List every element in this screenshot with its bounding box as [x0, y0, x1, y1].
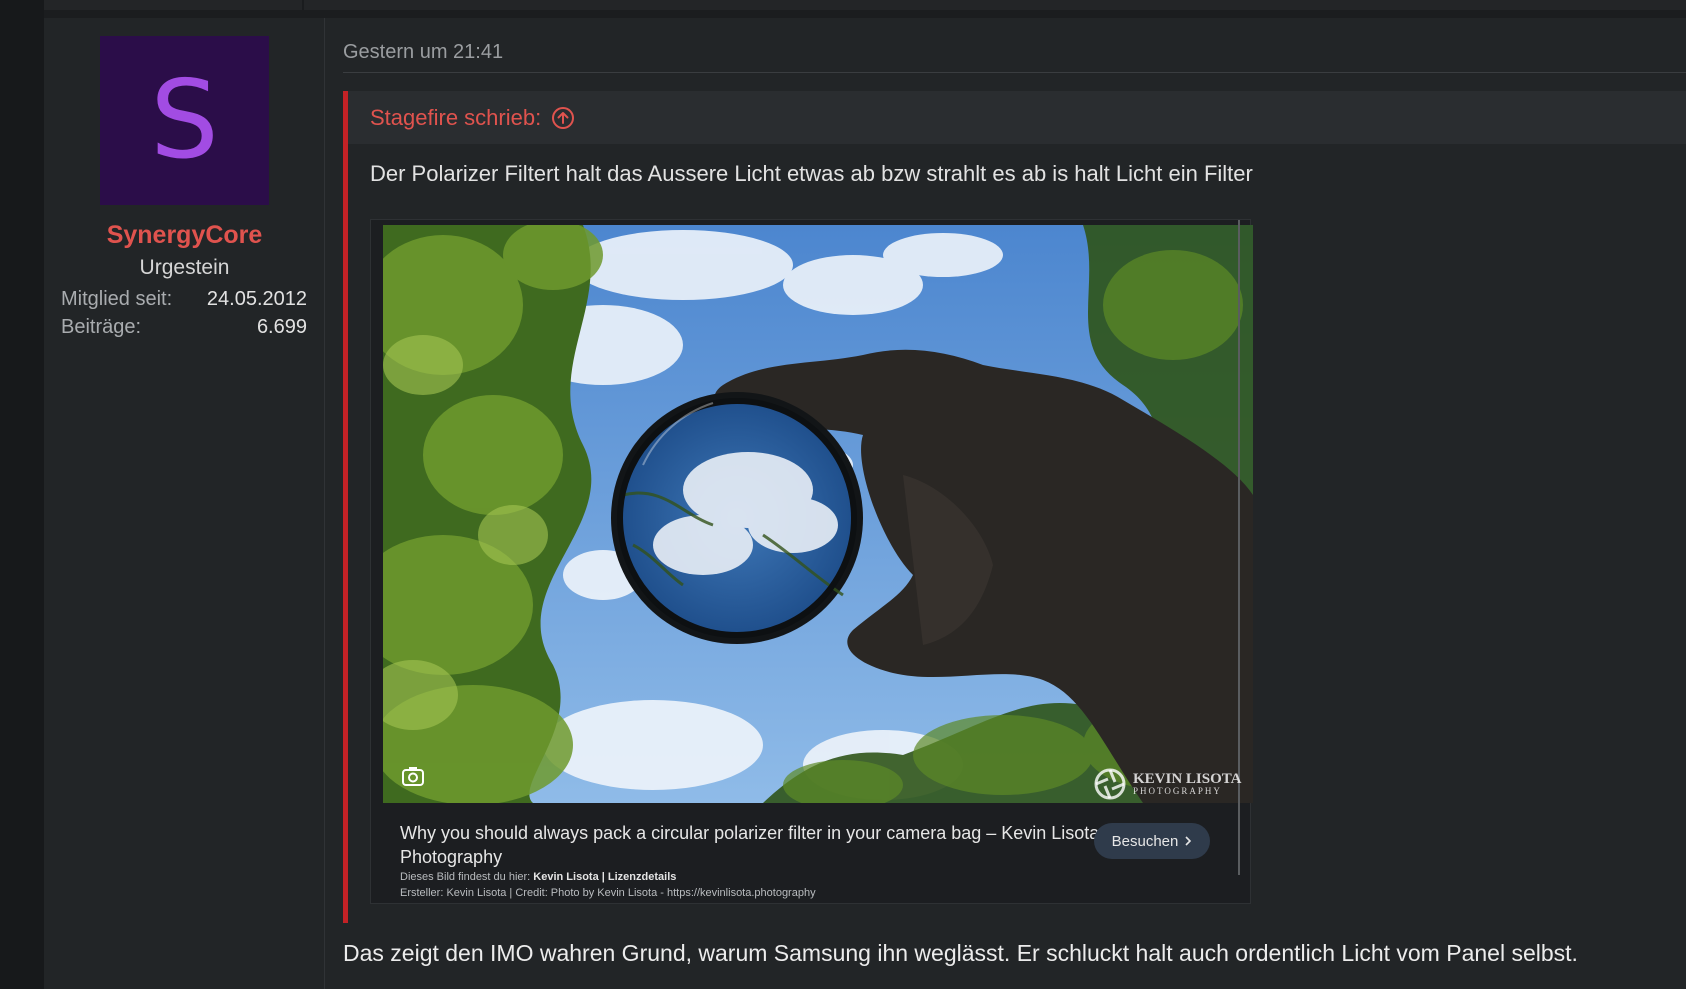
user-info-column: S SynergyCore Urgestein Mitglied seit: 2…: [44, 18, 325, 989]
page-gutter: [0, 0, 44, 989]
arrow-up-circle-icon[interactable]: [551, 106, 575, 130]
quote-text: Der Polarizer Filtert halt das Aussere L…: [370, 161, 1253, 186]
image-search-embed: KEVIN LISOTA PHOTOGRAPHY Why you should …: [370, 219, 1253, 904]
stat-label: Beiträge:: [61, 316, 142, 338]
forum-post: S SynergyCore Urgestein Mitglied seit: 2…: [44, 18, 1686, 989]
avatar[interactable]: S: [100, 36, 269, 205]
message-column: Gestern um 21:41 Stagefire schrieb: Der …: [343, 18, 1686, 989]
post-timestamp[interactable]: Gestern um 21:41: [343, 41, 503, 64]
source-separator: |: [601, 871, 605, 883]
source-prefix: Dieses Bild findest du hier:: [400, 871, 531, 883]
source-author-link[interactable]: Kevin Lisota: [533, 871, 598, 883]
stat-value[interactable]: 6.699: [257, 316, 307, 339]
stat-member-since: Mitglied seit: 24.05.2012: [61, 288, 307, 311]
quote-author-label: Stagefire schrieb:: [370, 105, 542, 130]
embed-credit-line: Ersteller: Kevin Lisota | Credit: Photo …: [400, 887, 816, 899]
aperture-logo-icon: [1094, 768, 1126, 800]
visit-button[interactable]: Besuchen: [1094, 823, 1210, 859]
user-title: Urgestein: [139, 256, 230, 279]
license-details-link[interactable]: Lizenzdetails: [608, 871, 676, 883]
quote-header: Stagefire schrieb:: [348, 91, 1686, 144]
quote-block: Stagefire schrieb: Der Polarizer Filtert…: [343, 91, 1686, 923]
polarizer-photo: [383, 225, 1253, 803]
avatar-letter: S: [150, 57, 219, 183]
stat-label: Mitglied seit:: [61, 288, 173, 310]
chevron-right-icon: [1185, 836, 1192, 846]
embed-source-line: Dieses Bild findest du hier: Kevin Lisot…: [400, 871, 676, 883]
stat-posts: Beiträge: 6.699: [61, 316, 307, 339]
reply-text: Das zeigt den IMO wahren Grund, warum Sa…: [343, 940, 1578, 966]
previous-post-bottom: [44, 0, 1686, 10]
stat-value: 24.05.2012: [206, 288, 307, 310]
photographer-watermark: KEVIN LISOTA PHOTOGRAPHY: [1093, 767, 1242, 801]
embed-caption-link[interactable]: Why you should always pack a circular po…: [400, 821, 1115, 869]
watermark-line-2: PHOTOGRAPHY: [1133, 786, 1222, 796]
username-link[interactable]: SynergyCore: [44, 221, 325, 250]
visit-button-label: Besuchen: [1111, 832, 1179, 850]
embed-image[interactable]: [383, 225, 1253, 803]
camera-search-icon[interactable]: [400, 766, 426, 788]
watermark-line-1: KEVIN LISOTA: [1133, 771, 1242, 787]
quote-author-link[interactable]: Stagefire schrieb:: [370, 105, 575, 131]
divider: [343, 72, 1686, 73]
